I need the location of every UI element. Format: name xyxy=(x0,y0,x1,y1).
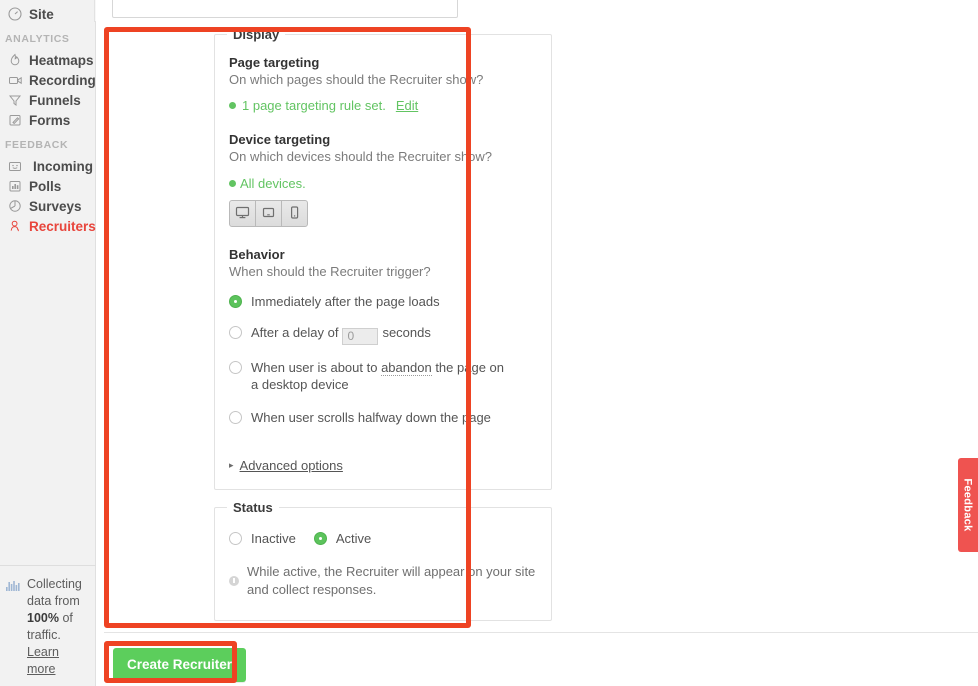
radio-immediately[interactable] xyxy=(229,295,242,308)
page-targeting-edit-link[interactable]: Edit xyxy=(396,98,418,113)
sidebar-item-recruiters-label: Recruiters xyxy=(29,218,96,234)
recruiter-name-input[interactable] xyxy=(112,0,458,18)
phone-icon xyxy=(287,205,302,223)
advanced-options-label: Advanced options xyxy=(239,458,343,473)
status-section: Status Inactive Active While active, the… xyxy=(214,500,552,621)
feedback-tab[interactable]: Feedback xyxy=(958,458,978,552)
radio-active[interactable] xyxy=(313,532,327,545)
sidebar-item-recruiters[interactable]: Recruiters xyxy=(0,216,96,236)
tablet-icon xyxy=(261,205,276,223)
display-section-legend: Display xyxy=(227,27,286,42)
tablet-device-button[interactable] xyxy=(255,200,282,227)
behavior-option-immediately-label: Immediately after the page loads xyxy=(251,294,440,309)
behavior-option-scroll-label: When user scrolls halfway down the page xyxy=(251,409,491,425)
form-edit-icon xyxy=(6,112,24,128)
funnel-icon xyxy=(6,92,24,108)
sidebar-item-heatmaps[interactable]: Heatmaps xyxy=(0,50,95,70)
advanced-options-toggle[interactable]: ▸ Advanced options xyxy=(229,458,343,473)
gauge-icon xyxy=(6,6,24,22)
status-option-active-label: Active xyxy=(335,531,372,546)
status-option-inactive[interactable]: Inactive xyxy=(229,530,296,547)
radio-scroll[interactable] xyxy=(229,410,242,424)
status-dot-icon xyxy=(229,102,236,109)
collecting-text-before: Collecting data from xyxy=(27,577,82,608)
status-option-active[interactable]: Active xyxy=(313,530,372,547)
video-icon xyxy=(6,72,24,88)
app-root: Site ANALYTICS Heatmaps Recordings Funne… xyxy=(0,0,978,686)
create-recruiter-button[interactable]: Create Recruiter xyxy=(113,648,247,682)
status-section-legend: Status xyxy=(227,500,279,515)
sidebar-item-recordings-label: Recordings xyxy=(29,72,104,88)
sidebar: Site ANALYTICS Heatmaps Recordings Funne… xyxy=(0,0,103,686)
page-targeting-description: On which pages should the Recruiter show… xyxy=(229,72,484,87)
status-radio-group: Inactive Active xyxy=(229,530,537,547)
page-targeting-status-row: 1 page targeting rule set. Edit xyxy=(229,98,537,113)
delay-label-after: seconds xyxy=(382,325,431,340)
pie-chart-icon xyxy=(6,198,24,214)
device-toggle-group xyxy=(229,200,537,227)
collecting-percent: 100% xyxy=(27,611,59,625)
abandon-label-part1: When user is about to xyxy=(251,359,382,375)
status-option-inactive-label: Inactive xyxy=(251,531,296,546)
behavior-option-delay-label: After a delay of seconds xyxy=(251,324,431,345)
sidebar-item-forms[interactable]: Forms xyxy=(0,110,95,130)
page-targeting-title: Page targeting xyxy=(229,55,320,70)
abandon-tooltip-term[interactable]: abandon xyxy=(381,359,432,376)
collecting-data-text: Collecting data from 100% of traffic. Le… xyxy=(27,576,90,678)
sidebar-item-funnels-label: Funnels xyxy=(29,92,81,108)
chevron-right-icon: ▸ xyxy=(229,460,234,470)
behavior-title: Behavior xyxy=(229,247,285,262)
info-icon xyxy=(229,576,239,586)
smiley-icon xyxy=(6,158,24,174)
behavior-option-immediately[interactable]: Immediately after the page loads xyxy=(229,293,537,310)
sidebar-item-incoming[interactable]: Incoming xyxy=(0,156,95,176)
page-targeting-status: 1 page targeting rule set. xyxy=(242,98,386,113)
device-targeting-status-row: All devices. xyxy=(229,176,537,191)
flame-icon xyxy=(6,52,24,68)
status-info-row: While active, the Recruiter will appear … xyxy=(229,563,537,599)
delay-seconds-input[interactable] xyxy=(342,327,379,345)
collecting-data-footer: Collecting data from 100% of traffic. Le… xyxy=(0,565,96,686)
traffic-bars-icon xyxy=(6,579,22,594)
mobile-device-button[interactable] xyxy=(281,200,308,227)
status-dot-icon xyxy=(229,180,236,187)
sidebar-group-feedback-title: FEEDBACK xyxy=(5,139,69,151)
sidebar-item-surveys[interactable]: Surveys xyxy=(0,196,95,216)
sidebar-item-heatmaps-label: Heatmaps xyxy=(29,52,94,68)
sidebar-item-polls[interactable]: Polls xyxy=(0,176,95,196)
sidebar-item-site-label: Site xyxy=(29,6,54,22)
behavior-option-scroll[interactable]: When user scrolls halfway down the page xyxy=(229,409,537,426)
behavior-description: When should the Recruiter trigger? xyxy=(229,264,431,279)
device-targeting-title: Device targeting xyxy=(229,132,331,147)
sidebar-item-site[interactable]: Site xyxy=(0,4,95,24)
behavior-option-abandon-label: When user is about to abandon the page o… xyxy=(251,359,507,393)
status-info-text: While active, the Recruiter will appear … xyxy=(247,564,536,597)
device-targeting-description: On which devices should the Recruiter sh… xyxy=(229,149,493,164)
behavior-option-delay[interactable]: After a delay of seconds xyxy=(229,324,537,345)
sidebar-item-recordings[interactable]: Recordings xyxy=(0,70,103,90)
delay-label-before: After a delay of xyxy=(251,325,339,340)
device-targeting-status: All devices. xyxy=(240,176,306,191)
sidebar-group-analytics-title: ANALYTICS xyxy=(5,33,70,45)
sidebar-item-forms-label: Forms xyxy=(29,112,71,128)
bar-chart-icon xyxy=(6,178,24,194)
footer-divider xyxy=(104,632,978,633)
sidebar-item-surveys-label: Surveys xyxy=(29,198,82,214)
main-content: Display Page targeting On which pages sh… xyxy=(96,0,978,686)
behavior-option-abandon[interactable]: When user is about to abandon the page o… xyxy=(229,359,507,393)
learn-more-link[interactable]: Learn more xyxy=(27,645,59,676)
desktop-device-button[interactable] xyxy=(229,200,256,227)
feedback-tab-label: Feedback xyxy=(962,478,974,532)
radio-abandon[interactable] xyxy=(229,360,242,374)
radio-inactive[interactable] xyxy=(229,532,242,545)
radio-delay[interactable] xyxy=(229,326,242,339)
sidebar-item-polls-label: Polls xyxy=(29,178,62,194)
sidebar-item-funnels[interactable]: Funnels xyxy=(0,90,95,110)
monitor-icon xyxy=(235,205,250,223)
display-section: Display Page targeting On which pages sh… xyxy=(214,27,552,490)
sidebar-item-incoming-label: Incoming xyxy=(33,158,93,174)
person-icon xyxy=(6,218,24,234)
